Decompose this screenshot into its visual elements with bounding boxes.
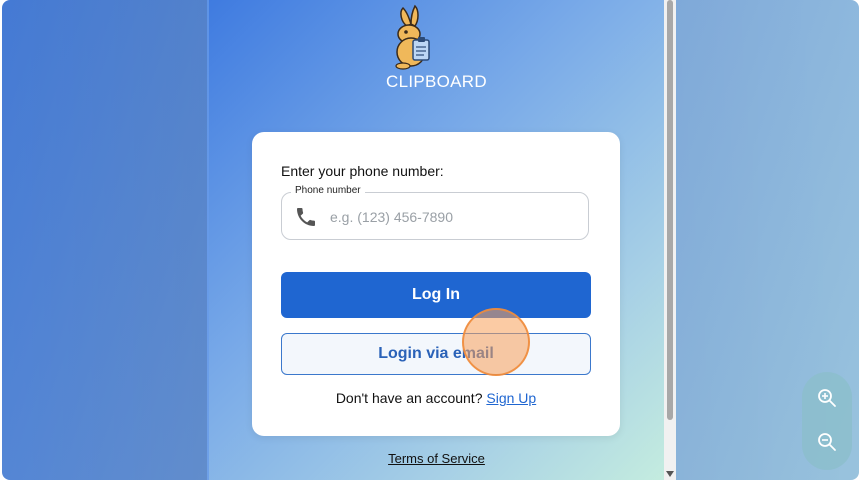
login-via-email-button[interactable]: Login via email (281, 333, 591, 375)
left-backdrop (2, 0, 207, 480)
phone-field[interactable]: Phone number (281, 185, 589, 240)
signup-row: Don't have an account? Sign Up (252, 390, 620, 406)
login-card: Enter your phone number: Phone number Lo… (252, 132, 620, 436)
vertical-scrollbar[interactable] (664, 0, 676, 480)
click-indicator (462, 308, 530, 376)
zoom-out-icon[interactable] (815, 430, 839, 454)
phone-icon (297, 208, 315, 226)
login-button[interactable]: Log In (281, 272, 591, 318)
terms-of-service-link[interactable]: Terms of Service (209, 451, 664, 466)
rabbit-clipboard-logo (395, 4, 430, 70)
zoom-in-icon[interactable] (815, 386, 839, 410)
brand-name: CLIPBOARD (386, 72, 487, 91)
app-viewport: CLIPBOARD Enter your phone number: Phone… (209, 0, 664, 480)
signup-prompt: Don't have an account? (335, 390, 483, 406)
zoom-controls (802, 372, 852, 470)
scrollbar-thumb[interactable] (667, 0, 673, 420)
phone-prompt: Enter your phone number: (281, 163, 444, 179)
phone-input[interactable] (328, 205, 572, 229)
signup-link[interactable]: Sign Up (486, 390, 536, 406)
browser-frame: CLIPBOARD Enter your phone number: Phone… (2, 0, 859, 480)
phone-field-label: Phone number (291, 185, 365, 196)
scroll-down-arrow-icon[interactable] (666, 471, 674, 477)
